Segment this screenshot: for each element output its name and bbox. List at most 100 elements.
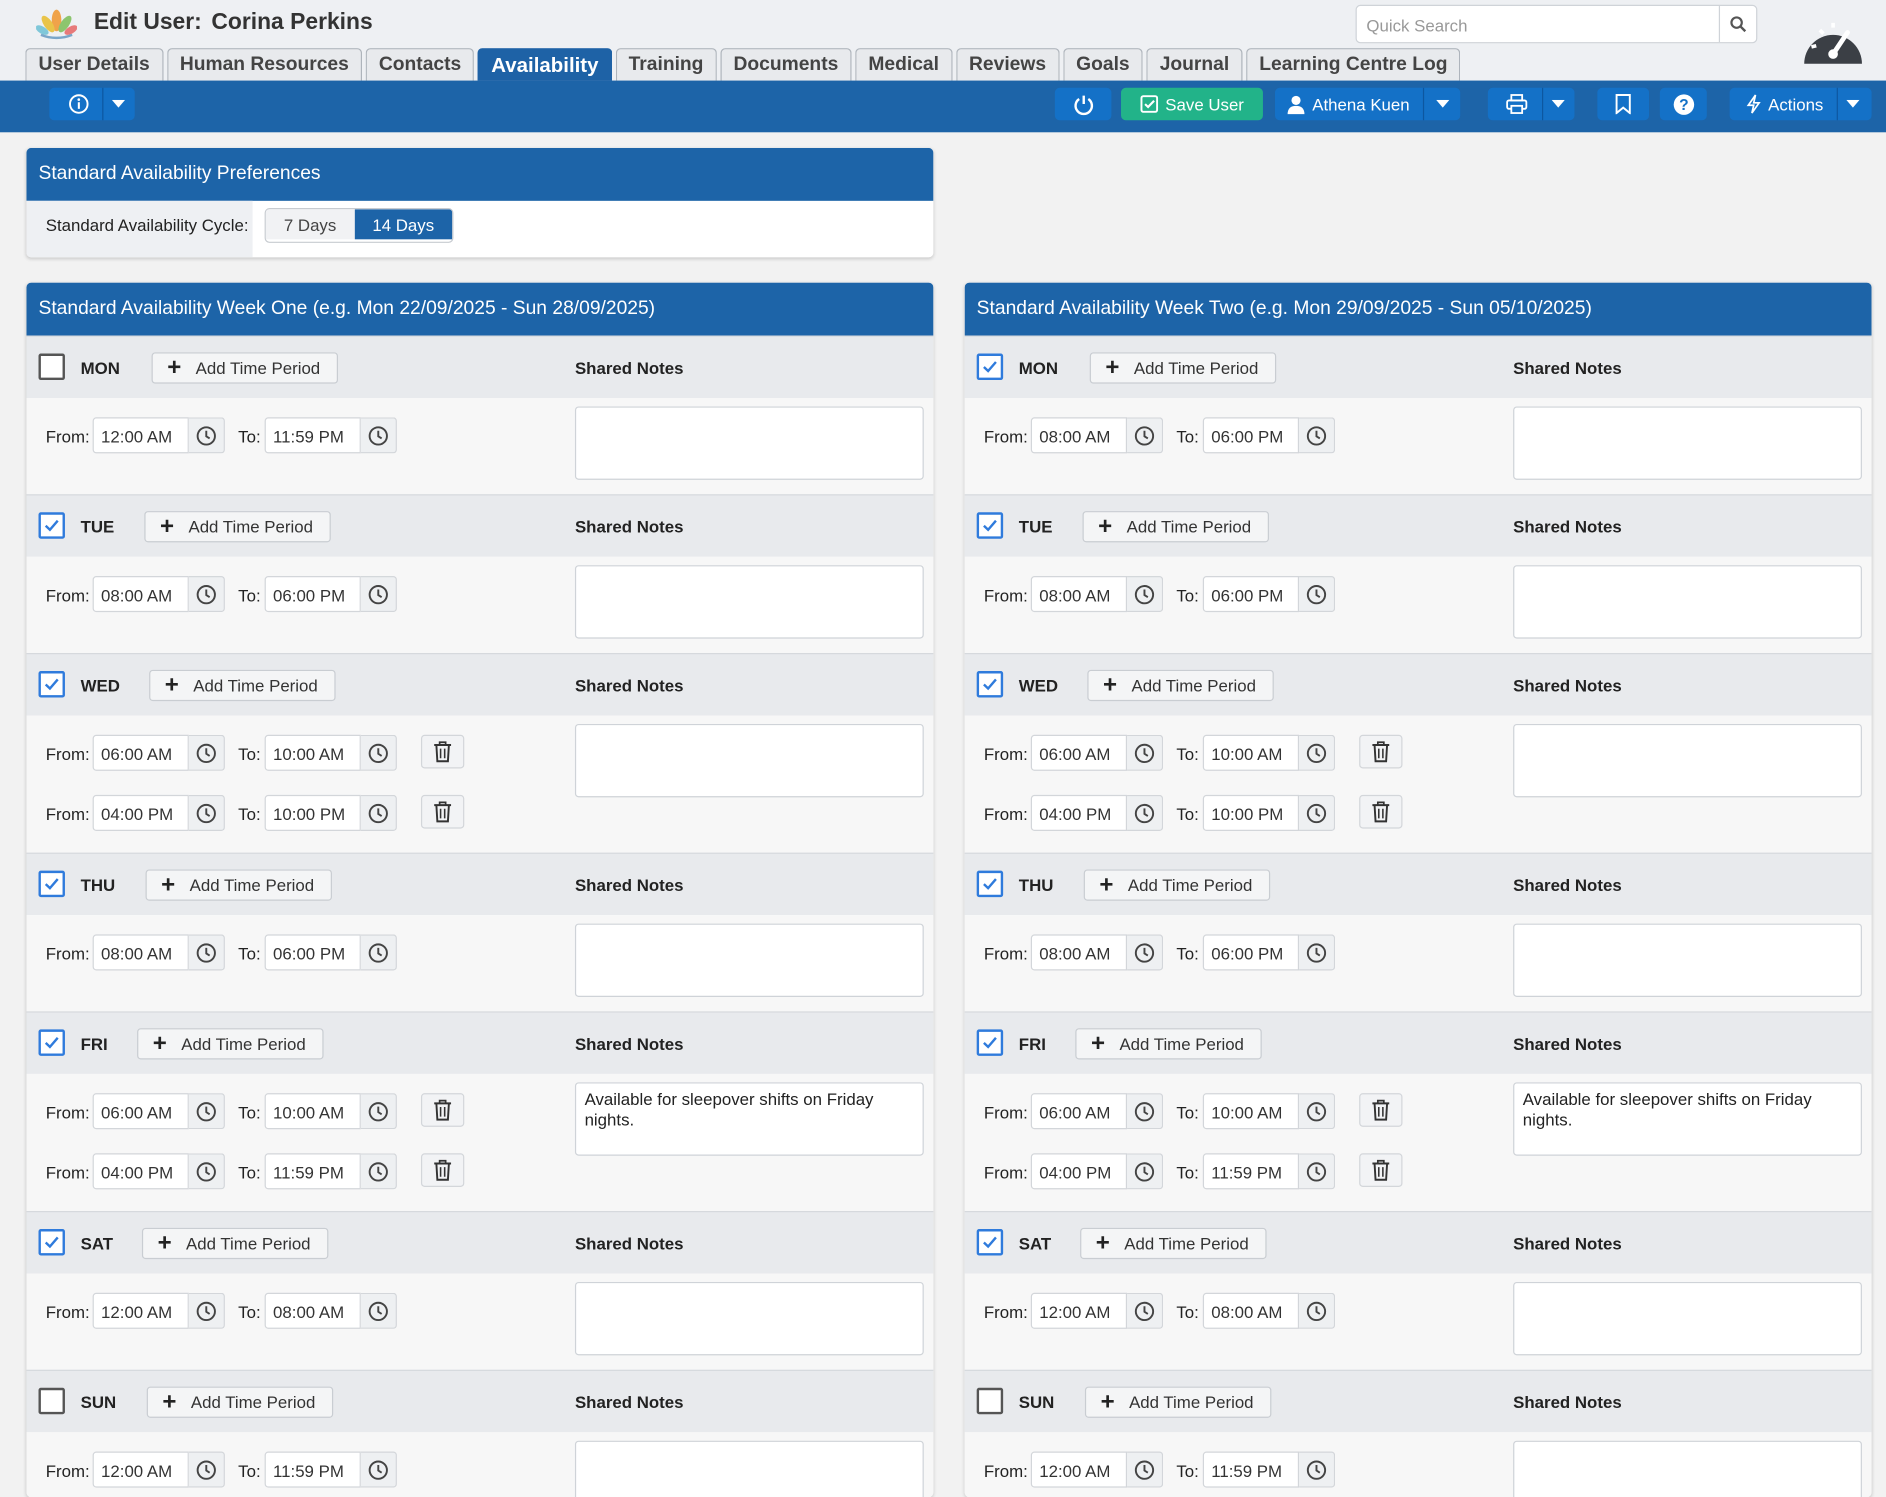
from-clock-button[interactable] (188, 1093, 225, 1130)
current-user-button[interactable]: Athena Kuen (1274, 87, 1461, 121)
day-checkbox[interactable] (38, 870, 65, 898)
to-clock-button[interactable] (360, 576, 397, 613)
from-clock-button[interactable] (1127, 417, 1164, 454)
add-time-period-button[interactable]: + Add Time Period (1084, 1386, 1272, 1418)
from-clock-button[interactable] (188, 934, 225, 971)
shared-notes-textarea[interactable] (574, 406, 924, 480)
from-time-input[interactable]: 08:00 AM (1030, 576, 1128, 613)
to-clock-button[interactable] (1299, 734, 1336, 771)
tab-medical[interactable]: Medical (855, 48, 953, 81)
tab-documents[interactable]: Documents (720, 48, 852, 81)
delete-period-button[interactable] (420, 794, 465, 829)
tab-reviews[interactable]: Reviews (955, 48, 1060, 81)
to-clock-button[interactable] (1299, 1093, 1336, 1130)
day-checkbox[interactable] (976, 353, 1004, 381)
from-time-input[interactable]: 04:00 PM (92, 794, 189, 831)
add-time-period-button[interactable]: + Add Time Period (1080, 1227, 1267, 1260)
to-time-input[interactable]: 11:59 PM (264, 417, 361, 454)
tab-goals[interactable]: Goals (1062, 48, 1143, 81)
from-clock-button[interactable] (1127, 1093, 1164, 1130)
add-time-period-button[interactable]: + Add Time Period (1082, 511, 1270, 543)
from-clock-button[interactable] (1127, 794, 1164, 831)
from-clock-button[interactable] (1127, 734, 1164, 771)
help-button[interactable]: ? (1659, 87, 1707, 121)
to-time-input[interactable]: 06:00 PM (264, 934, 361, 971)
to-time-input[interactable]: 10:00 AM (264, 1093, 361, 1130)
from-time-input[interactable]: 08:00 AM (1030, 934, 1128, 971)
shared-notes-textarea[interactable] (574, 923, 924, 997)
tab-contacts[interactable]: Contacts (365, 48, 475, 81)
add-time-period-button[interactable]: + Add Time Period (1087, 669, 1275, 702)
from-time-input[interactable]: 06:00 AM (1030, 1093, 1128, 1130)
shared-notes-textarea[interactable] (574, 565, 924, 639)
from-time-input[interactable]: 06:00 AM (92, 734, 189, 771)
from-time-input[interactable]: 08:00 AM (92, 934, 189, 971)
to-clock-button[interactable] (360, 734, 397, 771)
add-time-period-button[interactable]: + Add Time Period (151, 352, 339, 384)
add-time-period-button[interactable]: + Add Time Period (141, 1227, 329, 1260)
from-time-input[interactable]: 12:00 AM (92, 1292, 189, 1329)
to-time-input[interactable]: 10:00 PM (264, 794, 361, 831)
to-clock-button[interactable] (1299, 1153, 1336, 1190)
from-time-input[interactable]: 12:00 AM (92, 1451, 189, 1488)
from-time-input[interactable]: 04:00 PM (92, 1153, 189, 1190)
to-clock-button[interactable] (1299, 417, 1336, 454)
to-clock-button[interactable] (360, 1153, 397, 1190)
tab-journal[interactable]: Journal (1146, 48, 1243, 81)
tab-human-resources[interactable]: Human Resources (166, 48, 363, 81)
from-time-input[interactable]: 04:00 PM (1030, 794, 1128, 831)
cycle-option-7-days[interactable]: 7 Days (265, 209, 355, 240)
to-time-input[interactable]: 10:00 AM (1202, 1093, 1300, 1130)
to-time-input[interactable]: 06:00 PM (1202, 576, 1300, 613)
add-time-period-button[interactable]: + Add Time Period (1089, 352, 1277, 384)
from-time-input[interactable]: 12:00 AM (1030, 1292, 1128, 1329)
shared-notes-textarea[interactable] (1513, 406, 1862, 480)
from-clock-button[interactable] (1127, 934, 1164, 971)
dashboard-gauge-icon[interactable] (1799, 13, 1866, 66)
to-clock-button[interactable] (360, 417, 397, 454)
from-clock-button[interactable] (188, 734, 225, 771)
delete-period-button[interactable] (1359, 1153, 1403, 1187)
tab-training[interactable]: Training (615, 48, 717, 81)
from-time-input[interactable]: 12:00 AM (1030, 1451, 1128, 1488)
to-time-input[interactable]: 11:59 PM (1202, 1451, 1300, 1488)
shared-notes-textarea[interactable]: Available for sleepover shifts on Friday… (1513, 1082, 1862, 1156)
to-clock-button[interactable] (1299, 794, 1336, 831)
to-time-input[interactable]: 06:00 PM (264, 576, 361, 613)
shared-notes-textarea[interactable] (1513, 723, 1862, 798)
add-time-period-button[interactable]: + Add Time Period (137, 1028, 324, 1060)
day-checkbox[interactable] (976, 870, 1004, 898)
add-time-period-button[interactable]: + Add Time Period (149, 669, 336, 702)
shared-notes-textarea[interactable] (1513, 1440, 1862, 1497)
to-clock-button[interactable] (360, 1093, 397, 1130)
to-clock-button[interactable] (360, 934, 397, 971)
day-checkbox[interactable] (38, 1029, 65, 1056)
to-time-input[interactable]: 06:00 PM (1202, 934, 1300, 971)
to-clock-button[interactable] (1299, 1292, 1336, 1329)
day-checkbox[interactable] (38, 353, 65, 381)
save-user-button[interactable]: Save User (1121, 87, 1263, 121)
day-checkbox[interactable] (38, 512, 65, 539)
from-clock-button[interactable] (1127, 576, 1164, 613)
to-clock-button[interactable] (360, 1292, 397, 1329)
tab-user-details[interactable]: User Details (25, 48, 163, 81)
from-time-input[interactable]: 12:00 AM (92, 417, 189, 454)
power-button[interactable] (1054, 87, 1112, 121)
from-time-input[interactable]: 08:00 AM (1030, 417, 1128, 454)
from-time-input[interactable]: 06:00 AM (1030, 734, 1128, 771)
tab-availability[interactable]: Availability (478, 48, 612, 81)
from-clock-button[interactable] (188, 1292, 225, 1329)
to-time-input[interactable]: 08:00 AM (1202, 1292, 1300, 1329)
add-time-period-button[interactable]: + Add Time Period (145, 869, 333, 901)
shared-notes-textarea[interactable] (574, 1281, 924, 1356)
from-clock-button[interactable] (1127, 1292, 1164, 1329)
search-button[interactable] (1718, 6, 1756, 43)
from-clock-button[interactable] (188, 576, 225, 613)
to-clock-button[interactable] (1299, 934, 1336, 971)
day-checkbox[interactable] (976, 1029, 1004, 1056)
from-clock-button[interactable] (188, 1153, 225, 1190)
add-time-period-button[interactable]: + Add Time Period (146, 1386, 334, 1418)
day-checkbox[interactable] (976, 1387, 1004, 1415)
to-time-input[interactable]: 10:00 PM (1202, 794, 1300, 831)
day-checkbox[interactable] (38, 1229, 65, 1256)
